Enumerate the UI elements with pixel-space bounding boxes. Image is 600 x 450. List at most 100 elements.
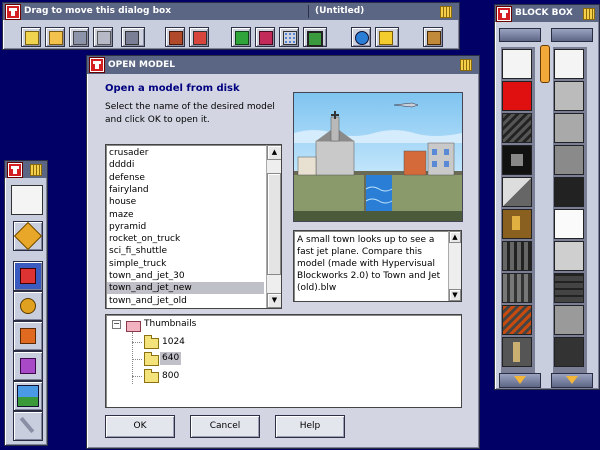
block-tile[interactable] [554,241,584,271]
block-scroll-down-left[interactable] [499,373,541,388]
eyedropper-tool-button[interactable] [13,351,43,381]
block-scroll-down-right[interactable] [551,373,593,388]
block-box-window: BLOCK BOX [494,4,600,390]
printer-icon [97,31,111,45]
block-tile[interactable] [554,209,584,239]
resize-grip-icon[interactable] [460,59,472,71]
block-tile[interactable] [554,81,584,111]
globe-button[interactable] [351,27,371,47]
tree-folder-1024[interactable]: 1024 [132,335,212,349]
model-list-item[interactable]: town_and_jet_old [109,295,187,307]
block-tile[interactable] [502,209,532,239]
cancel-button[interactable]: Cancel [190,415,260,438]
scroll-up-button[interactable]: ▲ [267,145,281,160]
ok-button[interactable]: OK [105,415,175,438]
model-list-item[interactable]: sci_fi_shuttle [109,245,167,257]
block-tile[interactable] [502,337,532,367]
model-preview-image [293,92,463,222]
block-tile[interactable] [554,337,584,367]
resize-grip-icon[interactable] [440,6,452,18]
block-tile[interactable] [554,145,584,175]
thumbnail-folder-tree[interactable]: − Thumbnails 1024 640 800 [105,314,462,408]
model-list-item[interactable]: house [109,196,136,208]
toolbox-button[interactable] [165,27,185,47]
model-list-item[interactable]: crusader [109,147,149,159]
toolbar-title-bar[interactable]: Drag to move this dialog box (Untitled) [3,3,459,20]
block-divider-handle[interactable] [540,45,550,83]
open-model-button[interactable] [45,27,65,47]
scroll-up-button[interactable]: ▲ [449,231,461,243]
close-icon[interactable] [6,5,20,19]
model-list-item[interactable]: fairyland [109,184,149,196]
block-tile[interactable] [554,113,584,143]
chevron-down-icon [566,376,578,384]
model-list[interactable]: crusader ddddi defense fairyland house maze py… [105,144,282,309]
tree-folder-800[interactable]: 800 [132,369,212,383]
model-list-item[interactable]: ddddi [109,159,134,171]
door-icon [427,31,441,45]
monitor-button[interactable] [303,27,327,47]
block-tile[interactable] [554,177,584,207]
block-scroll-up-right[interactable] [551,28,593,42]
dialog-title-bar[interactable]: OPEN MODEL [87,56,479,74]
dots-button[interactable] [279,27,299,47]
direction-pad-button[interactable] [13,221,43,251]
grid-icon [235,31,249,45]
close-icon[interactable] [497,7,511,21]
undo-button[interactable] [255,27,275,47]
description-scrollbar[interactable]: ▲ ▼ [448,231,461,301]
exit-button[interactable] [423,27,443,47]
block-tile[interactable] [502,273,532,303]
help-button[interactable]: Help [275,415,345,438]
undo-arrow-icon [259,31,273,45]
block-tile[interactable] [554,49,584,79]
save-model-button[interactable] [69,27,89,47]
model-list-item[interactable]: pyramid [109,221,146,233]
block-tile[interactable] [502,305,532,335]
print-button[interactable] [93,27,113,47]
tree-folder-640[interactable]: 640 [132,352,212,366]
tree-folder-label: 1024 [162,337,185,347]
model-list-item[interactable]: simple_truck [109,258,166,270]
fill-tool-button[interactable] [13,291,43,321]
block-scroll-up-left[interactable] [499,28,541,42]
tree-root-label[interactable]: Thumbnails [144,318,196,330]
model-list-item[interactable]: rocket_on_truck [109,233,180,245]
scroll-down-button[interactable]: ▼ [449,289,461,301]
block-tile[interactable] [502,145,532,175]
close-icon[interactable] [8,163,22,177]
model-list-item[interactable]: town_and_jet_30 [109,270,185,282]
current-block-preview[interactable] [11,185,43,215]
model-list-item[interactable]: maze [109,209,134,221]
close-icon[interactable] [90,58,104,72]
grid-button[interactable] [231,27,251,47]
landscape-tool-button[interactable] [13,381,43,411]
palette-title-bar[interactable] [5,161,47,178]
block-tile[interactable] [502,177,532,207]
box-tool-button[interactable] [13,321,43,351]
resize-grip-icon[interactable] [30,164,42,176]
block-tile[interactable] [502,81,532,111]
model-list-scrollbar[interactable]: ▲ ▼ [266,145,281,308]
tree-folder-label: 800 [162,371,180,381]
block-tile[interactable] [554,273,584,303]
eyedropper-icon [20,358,36,374]
model-list-item[interactable]: defense [109,172,145,184]
move-tool-button[interactable] [121,27,145,47]
toolbar-title: Drag to move this dialog box [24,6,172,16]
block-tile[interactable] [502,113,532,143]
palette-button[interactable] [189,27,209,47]
paint-tool-button[interactable] [13,261,43,291]
new-model-button[interactable] [21,27,41,47]
block-tile[interactable] [502,49,532,79]
tree-expand-toggle[interactable]: − [112,320,121,329]
wrench-tool-button[interactable] [13,411,43,441]
model-list-item[interactable]: town_and_jet_new [107,282,264,295]
scroll-thumb[interactable] [267,173,281,275]
block-box-title-bar[interactable]: BLOCK BOX [495,5,599,22]
resize-grip-icon[interactable] [583,8,595,20]
help-button[interactable] [375,27,399,47]
block-tile[interactable] [502,241,532,271]
block-tile[interactable] [554,305,584,335]
scroll-down-button[interactable]: ▼ [267,293,281,308]
